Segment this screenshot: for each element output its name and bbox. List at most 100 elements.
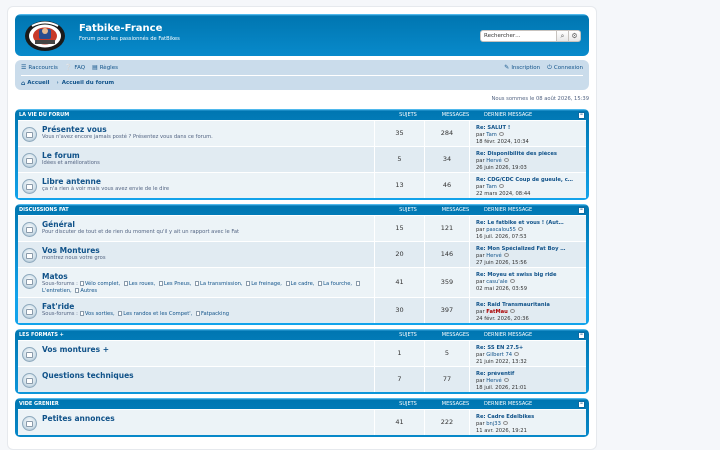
view-latest-icon[interactable] (517, 226, 523, 231)
question-icon: ❔ (64, 64, 73, 71)
subforum-link[interactable]: La transmission, (200, 281, 243, 287)
forum-cell: Vos montures + (18, 341, 374, 366)
last-post-title[interactable]: Re: SS EN 27.5+ (476, 345, 586, 352)
forum-title[interactable]: Fat'ride (42, 302, 374, 311)
subforum-label: Sous-forums : (42, 281, 78, 287)
view-latest-icon[interactable] (509, 278, 515, 283)
forum-title[interactable]: Vos montures + (42, 345, 374, 354)
rules-link[interactable]: ▤ Règles (92, 64, 118, 71)
collapse-button[interactable]: – (578, 401, 585, 408)
breadcrumb-home[interactable]: ⌂ Accueil (21, 80, 50, 87)
last-post-title[interactable]: Re: Le fatbike et vous ! (Aut… (476, 220, 586, 227)
view-latest-icon[interactable] (514, 351, 520, 356)
forum-read-icon (22, 222, 37, 237)
forum-read-icon (22, 373, 37, 388)
register-link[interactable]: ✎ Inscription (504, 64, 540, 72)
category-title[interactable]: DISCUSSIONS FAT (18, 207, 383, 213)
subforum-label: Sous-forums : (42, 311, 78, 317)
forum-cell: Général Pour discuter de tout et de rien … (18, 216, 374, 241)
forum-title[interactable]: Petites annonces (42, 414, 374, 423)
subforum-link[interactable]: Le cadre, (291, 281, 315, 287)
subforum-link[interactable]: Vélo complet, (85, 281, 120, 287)
view-latest-icon[interactable] (498, 131, 504, 136)
view-latest-icon[interactable] (503, 377, 509, 382)
posts-count: 284 (424, 121, 469, 146)
by-label: par (476, 278, 485, 285)
forum-list: LA VIE DU FORUM SUJETS MESSAGES DERNIER MES… (15, 109, 589, 437)
last-post-author[interactable]: Hervé (486, 378, 502, 384)
login-link[interactable]: ⏻ Connexion (547, 64, 583, 72)
last-post-title[interactable]: Re: préventif (476, 371, 586, 378)
category-header: LES FORMATS + SUJETS MESSAGES DERNIER MESSA… (18, 329, 586, 340)
subforum-link[interactable]: Les randos et les Compet', (123, 311, 192, 317)
last-post-author[interactable]: Gilbert 74 (486, 352, 512, 358)
subforum-link[interactable]: Fatpacking (201, 311, 229, 317)
last-post-title[interactable]: Re: CDG/CDC Coup de gueule, c… (476, 177, 586, 184)
last-post-author[interactable]: Hervé (486, 158, 502, 164)
last-post-title[interactable]: Re: Cadre Edelbikes (476, 414, 586, 421)
subforum-link[interactable]: Autres (80, 288, 97, 294)
last-post-author[interactable]: FatMau (486, 309, 508, 315)
forum-title[interactable]: Libre antenne (42, 177, 374, 186)
forum-cell: Petites annonces (18, 410, 374, 435)
collapse-button[interactable]: – (578, 207, 585, 214)
last-post-author[interactable]: casu'ale (486, 279, 507, 285)
view-latest-icon[interactable] (509, 308, 515, 313)
view-latest-icon[interactable] (502, 420, 508, 425)
topics-count: 41 (374, 410, 424, 435)
last-post-author[interactable]: bnj33 (486, 421, 501, 427)
category-title[interactable]: VIDE GRENIER (18, 401, 383, 407)
by-label: par (476, 157, 485, 164)
category-header: LA VIE DU FORUM SUJETS MESSAGES DERNIER MES… (18, 109, 586, 120)
last-post-title[interactable]: Re: Mon Spécialized Fat Boy … (476, 246, 586, 253)
category-title[interactable]: LA VIE DU FORUM (18, 112, 383, 118)
subforum-link[interactable]: Les Pneus, (164, 281, 192, 287)
topics-count: 30 (374, 298, 424, 323)
view-latest-icon[interactable] (503, 157, 509, 162)
subforum-link[interactable]: Les roues, (129, 281, 155, 287)
site-title[interactable]: Fatbike-France (79, 23, 162, 34)
search-input[interactable]: Rechercher… (480, 30, 557, 42)
breadcrumb-forum-index[interactable]: › Accueil du forum (57, 80, 115, 86)
forum-title[interactable]: Matos (42, 272, 374, 281)
forum-title[interactable]: Général (42, 220, 374, 229)
collapse-button[interactable]: – (578, 112, 585, 119)
faq-link[interactable]: ❔ FAQ (65, 64, 85, 71)
last-post-author[interactable]: pascalou55 (486, 227, 516, 233)
advanced-search-button[interactable]: ⚙ (569, 30, 581, 42)
shortcuts-link[interactable]: ☰ Raccourcis (21, 64, 58, 71)
view-latest-icon[interactable] (498, 183, 504, 188)
last-post-title[interactable]: Re: Moyeu et swiss big ride (476, 272, 586, 279)
site-logo[interactable] (23, 18, 71, 51)
last-post-author[interactable]: Hervé (486, 253, 502, 259)
search-icon: ⌕ (560, 31, 565, 40)
forum-category: LA VIE DU FORUM SUJETS MESSAGES DERNIER MES… (15, 109, 589, 200)
forum-title[interactable]: Présentez vous (42, 125, 374, 134)
forum-title[interactable]: Le forum (42, 151, 374, 160)
category-title[interactable]: LES FORMATS + (18, 332, 383, 338)
posts-count: 146 (424, 242, 469, 267)
forum-title[interactable]: Questions techniques (42, 371, 374, 380)
site-description: Forum pour les passionnés de FatBikes (79, 36, 180, 42)
subforum-link[interactable]: Le freinage, (251, 281, 282, 287)
shortcuts-label: Raccourcis (28, 64, 58, 71)
last-post-author[interactable]: Tam (486, 132, 497, 138)
forum-cell: Libre antenne ça n'a rien à voir mais vou… (18, 173, 374, 198)
last-post-title[interactable]: Re: Disponibilité des pièces (476, 151, 586, 158)
column-posts-header: MESSAGES (441, 400, 470, 407)
collapse-button[interactable]: – (578, 332, 585, 339)
subforum-link[interactable]: La fourche, (323, 281, 352, 287)
menu-icon: ☰ (21, 64, 27, 71)
forum-title[interactable]: Vos Montures (42, 246, 374, 255)
subforum-icon (318, 281, 323, 286)
search-button[interactable]: ⌕ (557, 30, 569, 42)
last-post-author[interactable]: Tam (486, 184, 497, 190)
view-latest-icon[interactable] (503, 252, 509, 257)
subforum-link[interactable]: L'entretien, (42, 288, 72, 294)
last-post-title[interactable]: Re: Raid Transmauritania (476, 302, 586, 309)
by-label: par (476, 351, 485, 358)
subforum-link[interactable]: Vos sorties, (85, 311, 115, 317)
last-post-title[interactable]: Re: SALUT ! (476, 125, 586, 132)
subforum-icon (75, 287, 80, 293)
forum-category: VIDE GRENIER SUJETS MESSAGES DERNIER MESSAG… (15, 398, 589, 437)
